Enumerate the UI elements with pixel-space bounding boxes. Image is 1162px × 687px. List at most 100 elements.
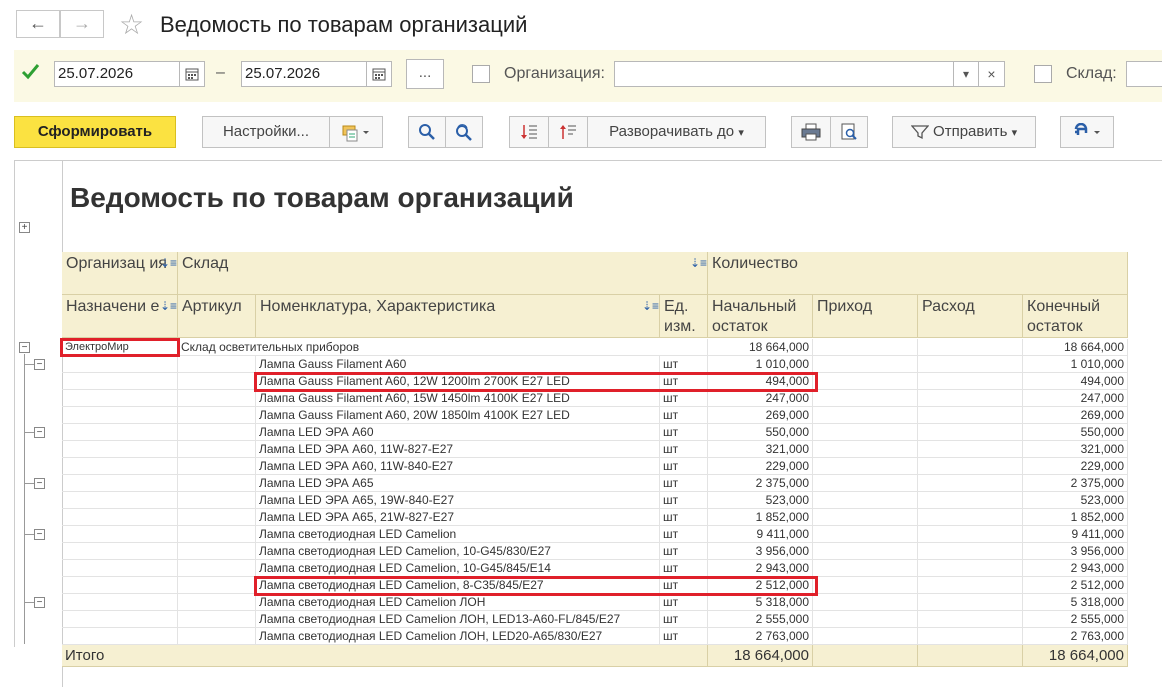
- purpose-cell[interactable]: [62, 356, 178, 373]
- article-cell[interactable]: [178, 543, 256, 560]
- item-row[interactable]: Лампа светодиодная LED Camelion ЛОН, LED…: [62, 628, 1128, 645]
- settings-button[interactable]: Настройки...: [202, 116, 330, 148]
- collapse-group-toggle-icon[interactable]: −: [34, 478, 45, 489]
- unit-cell[interactable]: шт: [660, 356, 708, 373]
- article-cell[interactable]: [178, 475, 256, 492]
- income-cell[interactable]: [813, 509, 918, 526]
- article-cell[interactable]: [178, 424, 256, 441]
- expense-cell[interactable]: [918, 390, 1023, 407]
- forward-button[interactable]: →: [60, 10, 104, 38]
- group-row[interactable]: Лампа светодиодная LED Camelion шт 9 411,0…: [62, 526, 1128, 543]
- collapse-all-button[interactable]: [548, 116, 588, 148]
- unit-cell[interactable]: шт: [660, 560, 708, 577]
- start-cell[interactable]: 229,000: [708, 458, 813, 475]
- start-cell[interactable]: 247,000: [708, 390, 813, 407]
- purpose-cell[interactable]: [62, 594, 178, 611]
- end-cell[interactable]: 18 664,000: [1023, 339, 1128, 356]
- nomenclature-cell[interactable]: Лампа Gauss Filament A60: [256, 356, 660, 373]
- search-button[interactable]: [408, 116, 446, 148]
- income-cell[interactable]: [813, 424, 918, 441]
- unit-cell[interactable]: шт: [660, 458, 708, 475]
- income-cell[interactable]: [813, 441, 918, 458]
- organization-clear-button[interactable]: ×: [978, 61, 1005, 87]
- end-cell[interactable]: 523,000: [1023, 492, 1128, 509]
- expand-all-button[interactable]: [509, 116, 549, 148]
- header-income[interactable]: Приход: [813, 295, 918, 338]
- expand-all-toggle-icon[interactable]: +: [19, 222, 30, 233]
- nomenclature-cell[interactable]: Лампа Gauss Filament A60, 20W 1850lm 410…: [256, 407, 660, 424]
- start-cell[interactable]: 1 010,000: [708, 356, 813, 373]
- expense-cell[interactable]: [918, 526, 1023, 543]
- group-row[interactable]: Лампа Gauss Filament A60 шт 1 010,000 1 010…: [62, 356, 1128, 373]
- expense-cell[interactable]: [918, 577, 1023, 594]
- date-to-input[interactable]: 25.07.2026: [241, 61, 367, 87]
- unit-cell[interactable]: шт: [660, 441, 708, 458]
- article-cell[interactable]: [178, 390, 256, 407]
- start-cell[interactable]: 2 375,000: [708, 475, 813, 492]
- start-cell[interactable]: 550,000: [708, 424, 813, 441]
- more-actions-button[interactable]: [1060, 116, 1114, 148]
- nomenclature-cell[interactable]: Лампа LED ЭРА A65: [256, 475, 660, 492]
- group-row[interactable]: Лампа LED ЭРА A60 шт 550,000 550,000: [62, 424, 1128, 441]
- purpose-cell[interactable]: [62, 424, 178, 441]
- date-to-calendar-button[interactable]: [366, 61, 392, 87]
- sort-icon[interactable]: ⇣≡: [160, 299, 177, 313]
- item-row[interactable]: Лампа светодиодная LED Camelion, 10-G45/…: [62, 543, 1128, 560]
- purpose-cell[interactable]: [62, 611, 178, 628]
- header-unit[interactable]: Ед. изм.: [660, 295, 708, 338]
- expense-cell[interactable]: [918, 611, 1023, 628]
- income-cell[interactable]: [813, 577, 918, 594]
- end-cell[interactable]: 2 763,000: [1023, 628, 1128, 645]
- back-button[interactable]: ←: [16, 10, 60, 38]
- income-cell[interactable]: [813, 526, 918, 543]
- start-cell[interactable]: 2 763,000: [708, 628, 813, 645]
- article-cell[interactable]: [178, 458, 256, 475]
- purpose-cell[interactable]: [62, 475, 178, 492]
- end-cell[interactable]: 1 010,000: [1023, 356, 1128, 373]
- unit-cell[interactable]: шт: [660, 628, 708, 645]
- collapse-group-toggle-icon[interactable]: −: [34, 359, 45, 370]
- end-cell[interactable]: 2 943,000: [1023, 560, 1128, 577]
- article-cell[interactable]: [178, 492, 256, 509]
- header-article[interactable]: Артикул: [178, 295, 256, 338]
- end-cell[interactable]: 321,000: [1023, 441, 1128, 458]
- collapse-group-toggle-icon[interactable]: −: [34, 597, 45, 608]
- expense-cell[interactable]: [918, 441, 1023, 458]
- income-cell[interactable]: [813, 492, 918, 509]
- item-row[interactable]: Лампа светодиодная LED Camelion, 10-G45/…: [62, 560, 1128, 577]
- item-row[interactable]: Лампа Gauss Filament A60, 20W 1850lm 410…: [62, 407, 1128, 424]
- income-cell[interactable]: [813, 339, 918, 356]
- nomenclature-cell[interactable]: Лампа светодиодная LED Camelion ЛОН, LED…: [256, 611, 660, 628]
- nomenclature-cell[interactable]: Лампа Gauss Filament A60, 15W 1450lm 410…: [256, 390, 660, 407]
- sklad-cell[interactable]: Склад осветительных приборов: [178, 339, 708, 356]
- header-qty[interactable]: Количество: [708, 252, 1128, 295]
- article-cell[interactable]: [178, 628, 256, 645]
- nomenclature-cell[interactable]: Лампа светодиодная LED Camelion, 10-G45/…: [256, 560, 660, 577]
- send-button[interactable]: Отправить ▾: [892, 116, 1036, 148]
- unit-cell[interactable]: шт: [660, 407, 708, 424]
- expense-cell[interactable]: [918, 458, 1023, 475]
- favorite-star-icon[interactable]: ☆: [119, 8, 144, 41]
- end-cell[interactable]: 494,000: [1023, 373, 1128, 390]
- collapse-org-toggle-icon[interactable]: −: [19, 342, 30, 353]
- header-end[interactable]: Конечный остаток: [1023, 295, 1128, 338]
- header-expense[interactable]: Расход: [918, 295, 1023, 338]
- start-cell[interactable]: 1 852,000: [708, 509, 813, 526]
- article-cell[interactable]: [178, 373, 256, 390]
- nomenclature-cell[interactable]: Лампа LED ЭРА A60, 11W-840-E27: [256, 458, 660, 475]
- purpose-cell[interactable]: [62, 628, 178, 645]
- end-cell[interactable]: 2 555,000: [1023, 611, 1128, 628]
- end-cell[interactable]: 269,000: [1023, 407, 1128, 424]
- print-button[interactable]: [791, 116, 831, 148]
- article-cell[interactable]: [178, 560, 256, 577]
- start-cell[interactable]: 5 318,000: [708, 594, 813, 611]
- income-cell[interactable]: [813, 356, 918, 373]
- article-cell[interactable]: [178, 611, 256, 628]
- expense-cell[interactable]: [918, 594, 1023, 611]
- item-row[interactable]: Лампа Gauss Filament A60, 15W 1450lm 410…: [62, 390, 1128, 407]
- end-cell[interactable]: 550,000: [1023, 424, 1128, 441]
- nomenclature-cell[interactable]: Лампа LED ЭРА A60: [256, 424, 660, 441]
- item-row[interactable]: Лампа светодиодная LED Camelion ЛОН, LED…: [62, 611, 1128, 628]
- expense-cell[interactable]: [918, 373, 1023, 390]
- start-cell[interactable]: 2 555,000: [708, 611, 813, 628]
